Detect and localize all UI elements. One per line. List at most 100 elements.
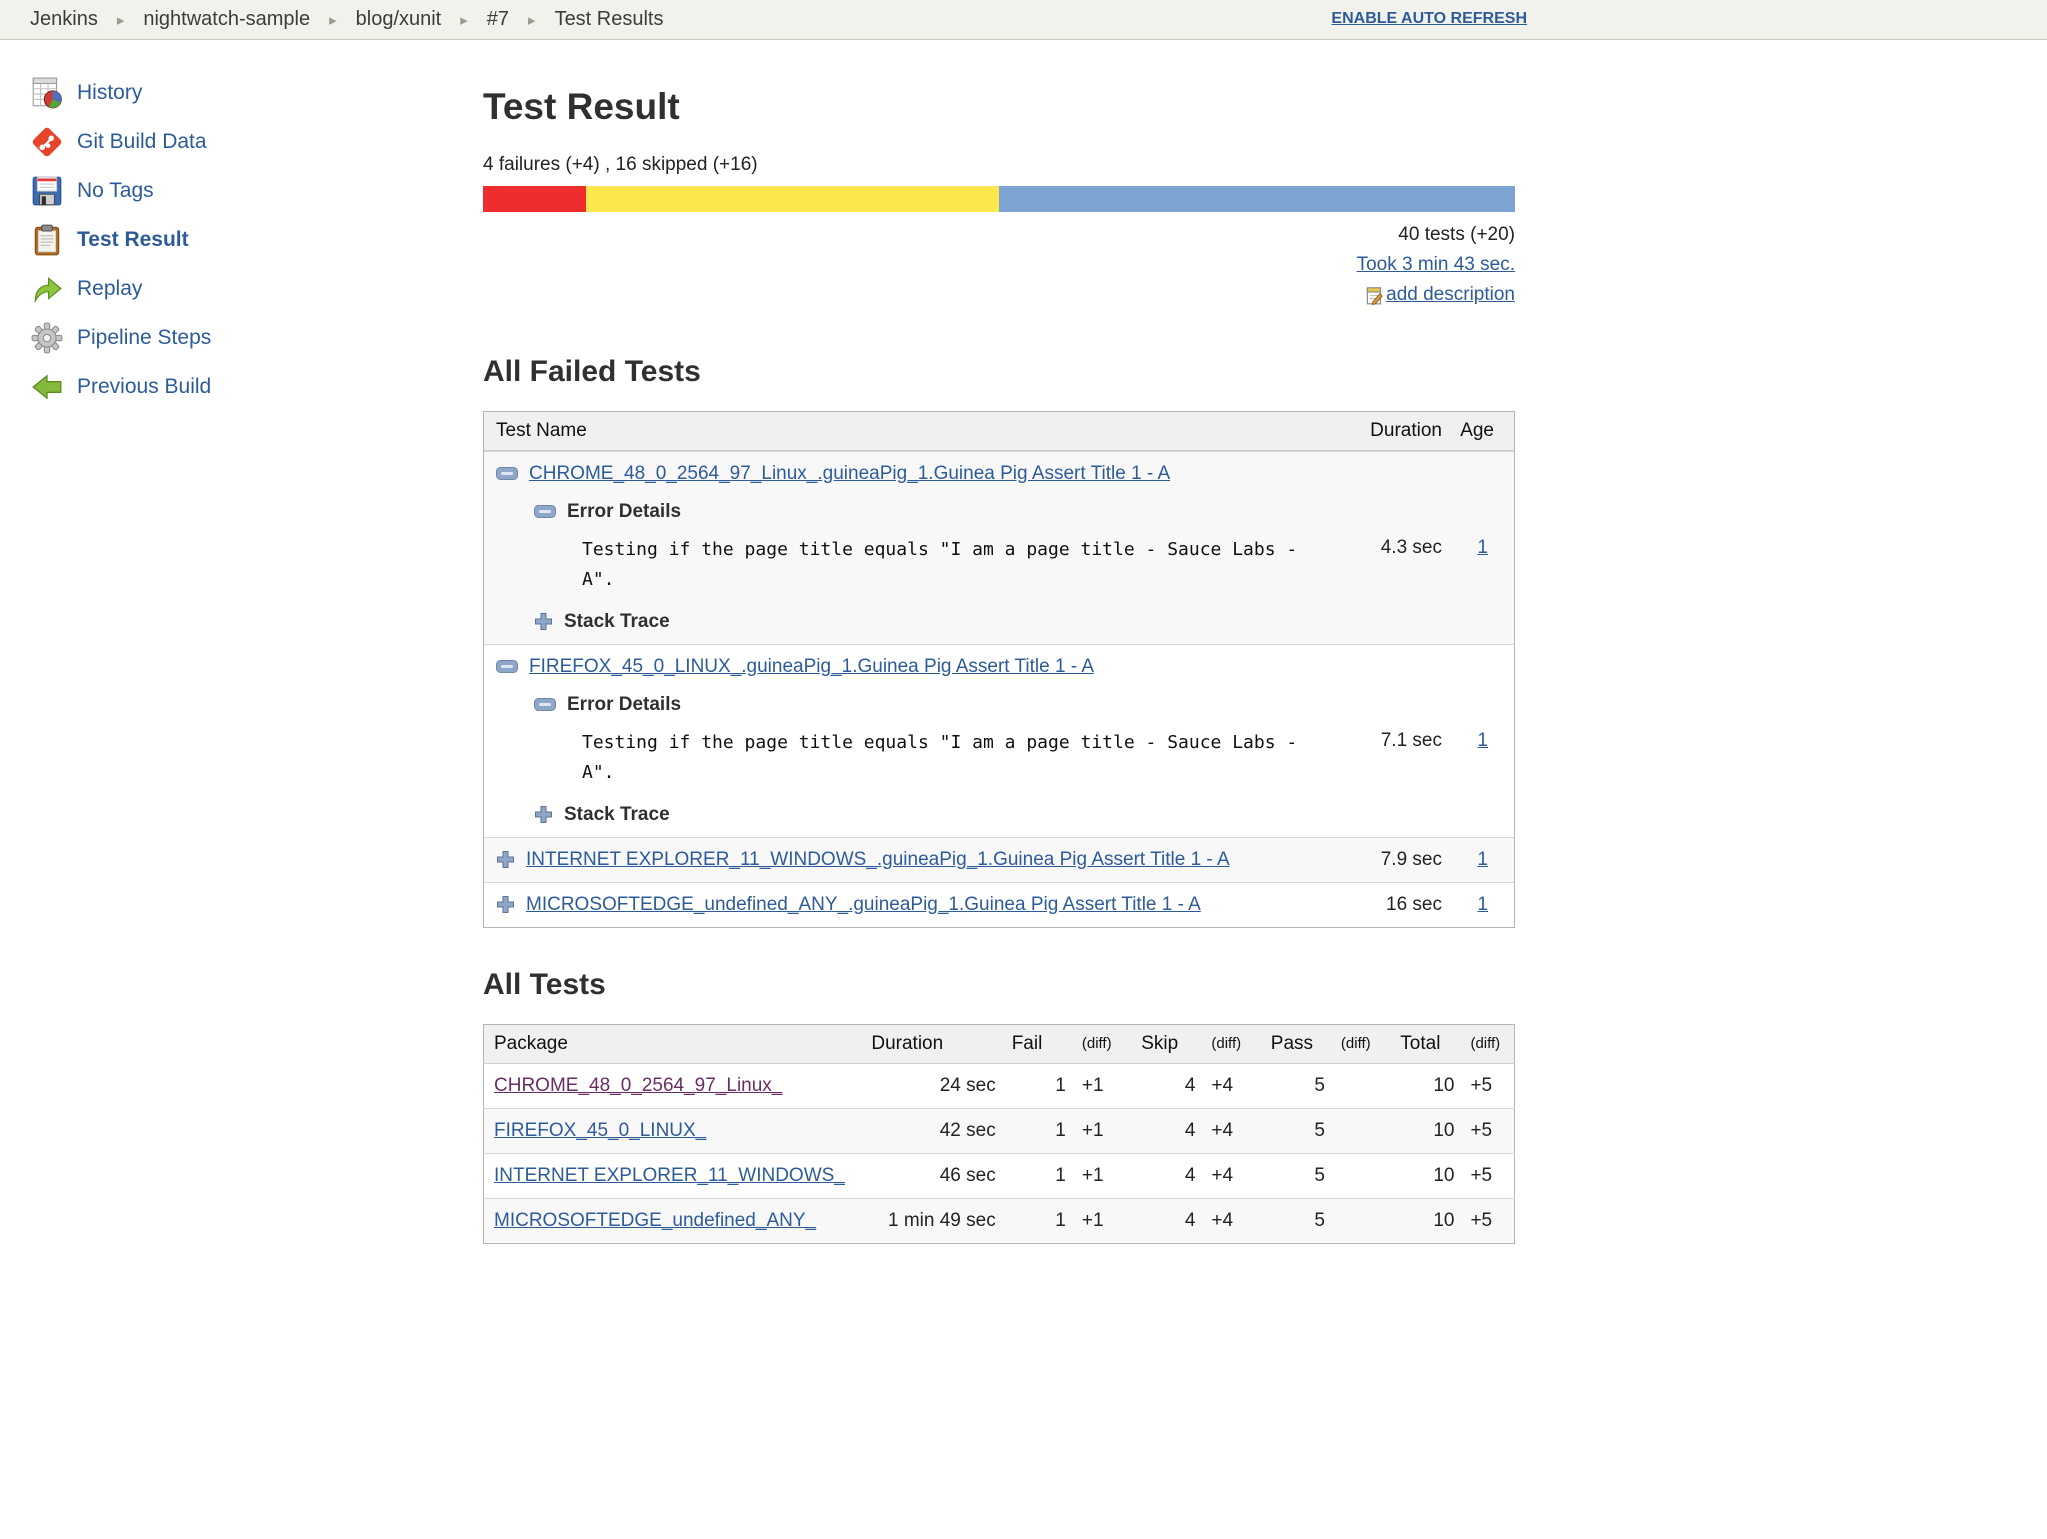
error-details-label: Error Details: [567, 693, 682, 715]
column-header-pass[interactable]: Pass: [1260, 1024, 1331, 1064]
column-header-skip[interactable]: Skip: [1131, 1024, 1202, 1064]
sidebar-item-previous-build[interactable]: Previous Build: [30, 362, 483, 411]
failed-test-link[interactable]: INTERNET EXPLORER_11_WINDOWS_.guineaPig_…: [526, 849, 1230, 871]
package-duration: 1 min 49 sec: [861, 1197, 1002, 1243]
git-icon: [30, 125, 64, 159]
skip-count: 4: [1131, 1152, 1202, 1198]
breadcrumb-item-branch[interactable]: blog/xunit: [356, 8, 442, 31]
error-details-text: Testing if the page title equals "I am a…: [582, 731, 1298, 783]
test-result-bar: [483, 186, 1515, 212]
expand-icon[interactable]: [534, 805, 553, 824]
collapse-icon[interactable]: [496, 660, 518, 673]
package-link[interactable]: FIREFOX_45_0_LINUX_: [494, 1120, 706, 1141]
page-title: Test Result: [483, 86, 680, 127]
skip-diff: +4: [1201, 1197, 1261, 1243]
failed-tests-table-header: Test Name Duration Age: [484, 411, 1514, 451]
pass-count: 5: [1260, 1152, 1331, 1198]
sidebar-item-label: Test Result: [77, 227, 189, 251]
failed-test-link[interactable]: MICROSOFTEDGE_undefined_ANY_.guineaPig_1…: [526, 894, 1201, 916]
skip-count: 4: [1131, 1107, 1202, 1153]
sidebar-item-label: Pipeline Steps: [77, 325, 212, 349]
sidebar-item-label: History: [77, 80, 143, 104]
failed-test-duration: 7.9 sec: [1380, 848, 1442, 870]
expand-icon[interactable]: [496, 850, 515, 869]
package-link[interactable]: MICROSOFTEDGE_undefined_ANY_: [494, 1210, 816, 1231]
pass-diff: [1330, 1107, 1391, 1153]
all-tests-heading: All Tests: [483, 967, 606, 1001]
bar-failed-segment: [483, 186, 587, 212]
total-diff: +5: [1460, 1152, 1515, 1198]
failed-test-age-link[interactable]: 1: [1477, 537, 1488, 558]
all-tests-row: FIREFOX_45_0_LINUX_ 42 sec 1 +1 4 +4 5 1…: [483, 1107, 1515, 1153]
sidebar-item-pipeline-steps[interactable]: Pipeline Steps: [30, 313, 483, 362]
failed-test-row: MICROSOFTEDGE_undefined_ANY_.guineaPig_1…: [484, 881, 1514, 927]
column-header-total[interactable]: Total: [1390, 1024, 1461, 1064]
breadcrumb-item-job[interactable]: nightwatch-sample: [143, 8, 310, 31]
skip-diff: +4: [1201, 1062, 1261, 1108]
collapse-icon[interactable]: [534, 505, 556, 518]
expand-icon[interactable]: [496, 895, 515, 914]
error-details-text: Testing if the page title equals "I am a…: [582, 538, 1298, 590]
sidebar-item-git-build-data[interactable]: Git Build Data: [30, 117, 483, 166]
breadcrumb-separator-icon: ▸: [528, 11, 536, 29]
failed-test-duration: 7.1 sec: [1380, 729, 1442, 751]
all-tests-row: MICROSOFTEDGE_undefined_ANY_ 1 min 49 se…: [483, 1197, 1515, 1243]
took-duration-link[interactable]: Took 3 min 43 sec.: [1357, 254, 1515, 275]
skip-diff: +4: [1201, 1152, 1261, 1198]
breadcrumb-item-build-number[interactable]: #7: [487, 8, 509, 31]
failed-test-link[interactable]: CHROME_48_0_2564_97_Linux_.guineaPig_1.G…: [529, 463, 1170, 485]
total-count: 10: [1390, 1107, 1461, 1153]
sidebar-item-test-result[interactable]: Test Result: [30, 215, 483, 264]
failed-test-age-link[interactable]: 1: [1477, 849, 1488, 870]
package-link[interactable]: CHROME_48_0_2564_97_Linux_: [494, 1075, 782, 1096]
collapse-icon[interactable]: [496, 467, 518, 480]
column-header-age: Age: [1460, 419, 1494, 441]
sidebar-item-label: Replay: [77, 276, 143, 300]
sidebar-item-history[interactable]: History: [30, 68, 483, 117]
breadcrumb-bar: Jenkins ▸ nightwatch-sample ▸ blog/xunit…: [0, 0, 2047, 40]
pass-count: 5: [1260, 1107, 1331, 1153]
failed-test-age-link[interactable]: 1: [1477, 894, 1488, 915]
fail-count: 1: [1001, 1152, 1072, 1198]
sidebar-item-replay[interactable]: Replay: [30, 264, 483, 313]
all-tests-row: INTERNET EXPLORER_11_WINDOWS_ 46 sec 1 +…: [483, 1152, 1515, 1198]
pass-count: 5: [1260, 1062, 1331, 1108]
sidebar: History Git Build Data No Tags Test Resu…: [0, 40, 483, 1244]
column-header-test-name: Test Name: [496, 419, 587, 441]
fail-count: 1: [1001, 1107, 1072, 1153]
failed-test-age-link[interactable]: 1: [1477, 730, 1488, 751]
main-content: Test Result 4 failures (+4) , 16 skipped…: [483, 40, 1515, 1244]
failed-test-row: CHROME_48_0_2564_97_Linux_.guineaPig_1.G…: [484, 450, 1514, 644]
collapse-icon[interactable]: [534, 698, 556, 711]
gear-icon: [30, 321, 64, 355]
column-header-fail[interactable]: Fail: [1001, 1024, 1072, 1064]
error-details-label: Error Details: [567, 500, 682, 522]
column-header-duration: Duration: [1370, 419, 1442, 441]
fail-count: 1: [1001, 1197, 1072, 1243]
fail-count: 1: [1001, 1062, 1072, 1108]
expand-icon[interactable]: [534, 612, 553, 631]
column-header-package[interactable]: Package: [483, 1024, 862, 1064]
sidebar-item-label: Git Build Data: [77, 129, 207, 153]
skip-diff: +4: [1201, 1107, 1261, 1153]
skip-count: 4: [1131, 1062, 1202, 1108]
add-description-link[interactable]: add description: [1386, 280, 1515, 310]
breadcrumb-separator-icon: ▸: [329, 11, 337, 29]
package-duration: 46 sec: [861, 1152, 1002, 1198]
pass-diff: [1330, 1152, 1391, 1198]
all-tests-table: Package Duration Fail (diff) Skip (diff)…: [483, 1023, 1515, 1244]
sidebar-item-no-tags[interactable]: No Tags: [30, 166, 483, 215]
total-count: 10: [1390, 1197, 1461, 1243]
breadcrumb-item-jenkins[interactable]: Jenkins: [30, 8, 98, 31]
package-duration: 42 sec: [861, 1107, 1002, 1153]
breadcrumb-item-test-results[interactable]: Test Results: [555, 8, 664, 31]
failure-summary: 4 failures (+4) , 16 skipped (+16): [483, 154, 758, 175]
enable-auto-refresh-link[interactable]: ENABLE AUTO REFRESH: [1331, 10, 1527, 28]
column-header-duration[interactable]: Duration: [861, 1024, 1002, 1064]
failed-test-duration: 16 sec: [1386, 893, 1442, 915]
history-icon: [30, 76, 64, 110]
package-link[interactable]: INTERNET EXPLORER_11_WINDOWS_: [494, 1165, 845, 1186]
pass-count: 5: [1260, 1197, 1331, 1243]
failed-test-link[interactable]: FIREFOX_45_0_LINUX_.guineaPig_1.Guinea P…: [529, 656, 1094, 678]
breadcrumb-separator-icon: ▸: [460, 11, 468, 29]
